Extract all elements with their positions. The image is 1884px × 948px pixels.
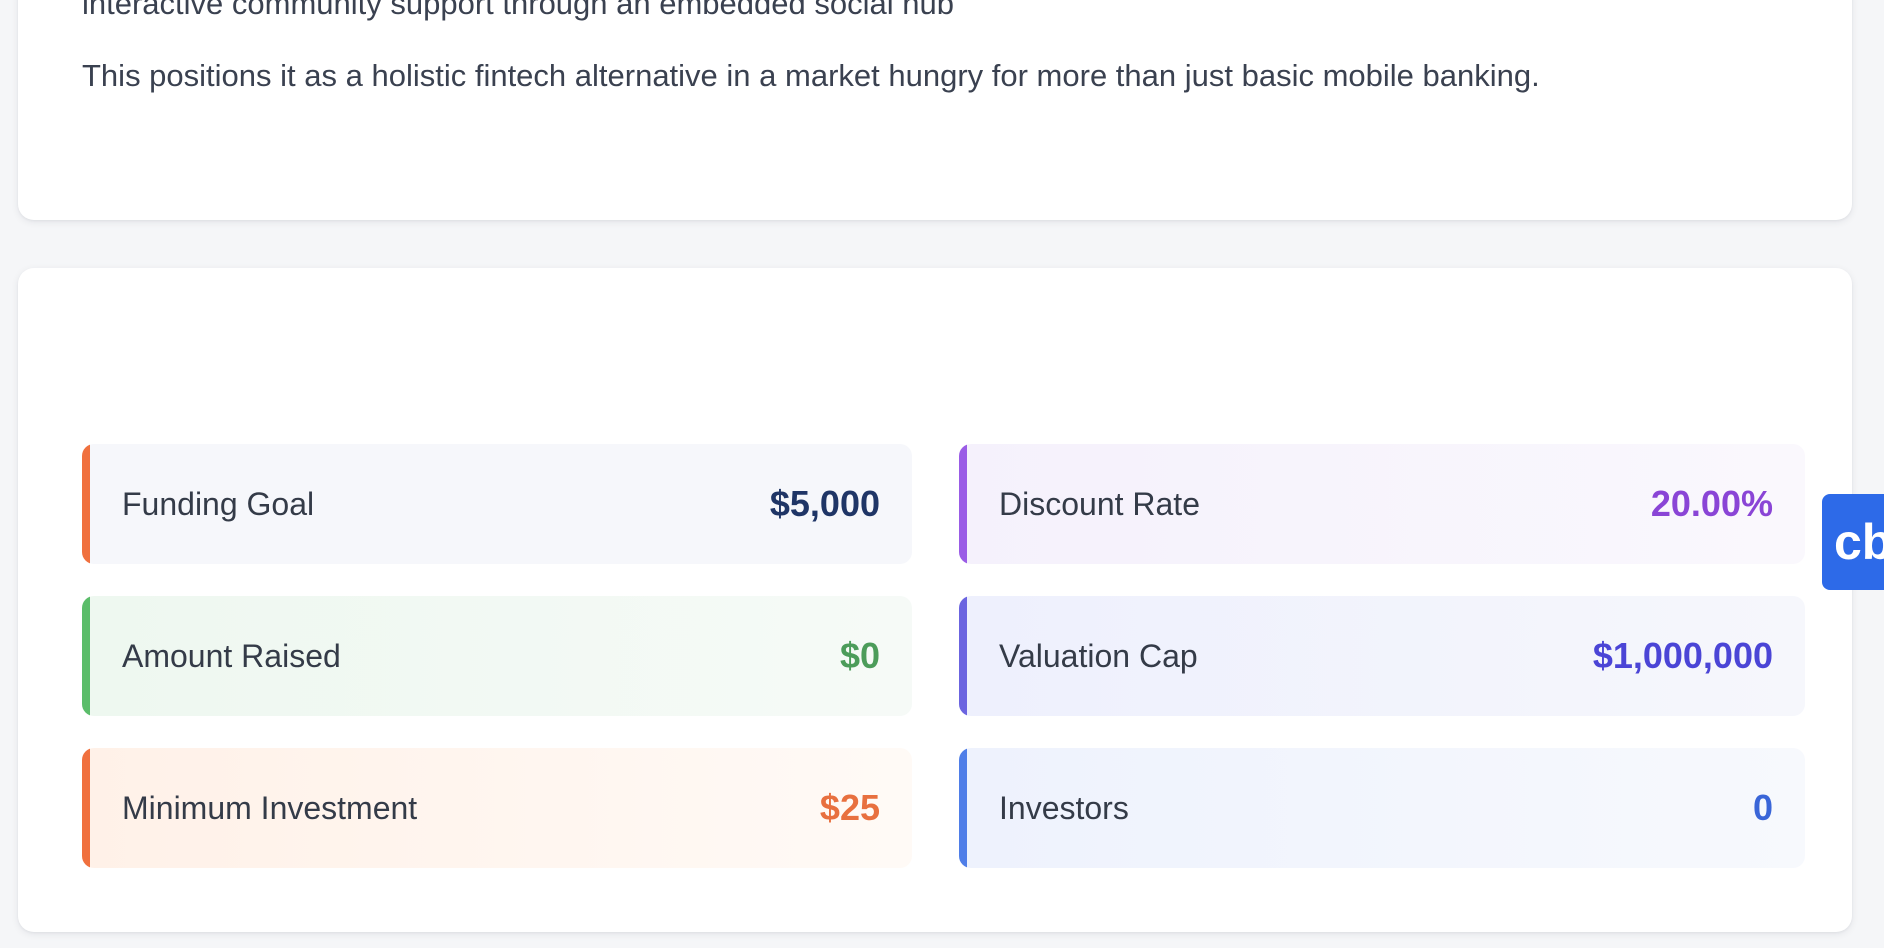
metric-minimum-investment: Minimum Investment $25 — [82, 748, 912, 868]
metric-valuation-cap: Valuation Cap $1,000,000 — [959, 596, 1805, 716]
metric-funding-goal: Funding Goal $5,000 — [82, 444, 912, 564]
metric-discount-rate: Discount Rate 20.00% — [959, 444, 1805, 564]
metric-value: $1,000,000 — [1592, 635, 1773, 676]
metric-value: 0 — [1752, 787, 1773, 828]
metric-amount-raised: Amount Raised $0 — [82, 596, 912, 716]
metric-label: Valuation Cap — [999, 638, 1198, 674]
metric-investors: Investors 0 — [959, 748, 1805, 868]
floating-chat-button[interactable]: cb — [1822, 494, 1884, 590]
metric-label: Discount Rate — [999, 486, 1200, 522]
metric-value: $5,000 — [769, 483, 880, 524]
metric-label: Funding Goal — [122, 486, 315, 522]
metric-value: $25 — [819, 787, 880, 828]
metric-value: 20.00% — [1650, 483, 1773, 524]
metric-value: $0 — [839, 635, 880, 676]
description-text-clipped: interactive community support through an… — [82, 0, 954, 21]
funding-metrics-card: Funding Goal $5,000 Amount Raised $0 Min… — [18, 268, 1852, 932]
metric-label: Investors — [999, 790, 1129, 826]
description-paragraph: This positions it as a holistic fintech … — [82, 58, 1540, 93]
metric-label: Amount Raised — [122, 638, 341, 674]
description-card: interactive community support through an… — [18, 0, 1852, 220]
metric-label: Minimum Investment — [122, 790, 418, 826]
